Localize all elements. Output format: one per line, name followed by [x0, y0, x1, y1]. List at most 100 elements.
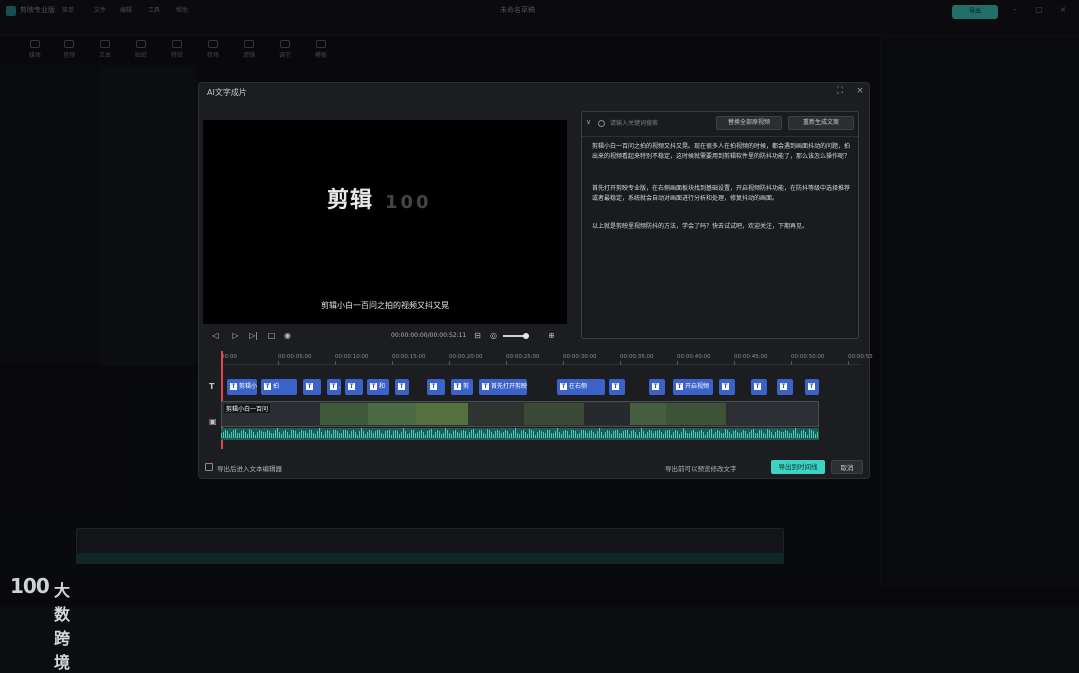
close-icon[interactable]: × — [855, 86, 865, 96]
waveform-bar — [377, 430, 378, 438]
text-clip-icon: T — [230, 383, 237, 390]
text-clip-icon: T — [808, 383, 815, 390]
waveform-bar — [575, 430, 576, 438]
script-paragraph[interactable]: 剪辑小白一百问之拍的视频又抖又晃。现在很多人在拍视频的时候，都会遇到画面抖动的问… — [592, 142, 850, 162]
export-text-editor-checkbox[interactable] — [205, 463, 213, 471]
search-input[interactable]: 请输入关键词搜索 — [598, 118, 718, 130]
waveform-bar — [675, 430, 676, 438]
video-track[interactable]: 剪辑小白一百问 — [221, 401, 819, 427]
waveform-bar — [285, 430, 286, 438]
waveform-bar — [405, 430, 406, 438]
waveform-bar — [809, 429, 810, 438]
waveform-bar — [471, 430, 472, 438]
script-paragraph[interactable]: 以上就是剪映里视频防抖的方法，学会了吗？快去试试吧，欢迎关注，下期再见。 — [592, 222, 850, 232]
text-clip-icon: T — [676, 383, 683, 390]
text-clip[interactable]: T拍 — [261, 379, 297, 395]
waveform-bar — [381, 432, 382, 438]
waveform-bar — [667, 430, 668, 438]
waveform-bar — [297, 434, 298, 438]
waveform-bar — [461, 431, 462, 438]
waveform-bar — [477, 432, 478, 438]
waveform-bar — [813, 431, 814, 438]
waveform-bar — [725, 428, 726, 438]
text-clip[interactable]: T 首先打开剪映 — [479, 379, 527, 395]
video-thumbnail — [320, 403, 368, 425]
waveform-bar — [589, 430, 590, 438]
waveform-bar — [399, 434, 400, 438]
waveform-bar — [287, 431, 288, 438]
waveform-bar — [351, 430, 352, 438]
text-clip-icon: T — [370, 383, 377, 390]
waveform-bar — [643, 430, 644, 438]
waveform-bar — [661, 432, 662, 438]
play-icon[interactable]: ▷ — [231, 331, 240, 340]
text-clip-icon: T — [430, 383, 437, 390]
replace-all-button[interactable]: 替换全部原视频 — [716, 116, 782, 130]
waveform-bar — [505, 430, 506, 438]
volume-knob[interactable] — [523, 333, 529, 339]
script-paragraph[interactable]: 首先打开剪映专业版，在右侧画面板块找到基础设置，开启视频防抖功能，在防抖等级中选… — [592, 184, 850, 204]
text-clip[interactable]: T — [751, 379, 767, 395]
text-clip[interactable]: T — [345, 379, 363, 395]
stop-icon[interactable]: □ — [267, 331, 276, 340]
cancel-button[interactable]: 取消 — [831, 460, 863, 474]
fullscreen-icon[interactable]: ⛶ — [835, 86, 845, 96]
text-clip[interactable]: T — [303, 379, 321, 395]
text-clip[interactable]: T — [805, 379, 819, 395]
loop-icon[interactable]: ◉ — [283, 331, 292, 340]
waveform-bar — [699, 431, 700, 438]
text-clip[interactable]: T — [427, 379, 445, 395]
text-clip[interactable]: T — [649, 379, 665, 395]
ruler-tick-label: 00:00:30:00 — [563, 354, 597, 360]
time-ruler[interactable]: 00:00 00:00:05:00 00:00:10:00 00:00:15:00 00… — [221, 353, 873, 365]
text-clip-icon: T — [722, 383, 729, 390]
waveform-bar — [639, 431, 640, 438]
zoom-icon[interactable]: ⊕ — [547, 331, 556, 340]
text-clip[interactable]: T — [609, 379, 625, 395]
text-clip[interactable]: T... — [327, 379, 341, 395]
waveform-bar — [367, 432, 368, 438]
text-clip[interactable]: T — [395, 379, 409, 395]
text-clip[interactable]: T 在右侧 — [557, 379, 605, 395]
waveform-bar — [657, 430, 658, 438]
volume-slider[interactable] — [503, 335, 525, 337]
waveform-bar — [555, 430, 556, 438]
text-clip[interactable]: T — [777, 379, 793, 395]
waveform-bar — [597, 431, 598, 438]
text-clip[interactable]: T剪 — [451, 379, 473, 395]
waveform-bar — [229, 434, 230, 438]
waveform-bar — [743, 430, 744, 438]
audio-waveform[interactable] — [221, 428, 819, 440]
waveform-bar — [547, 430, 548, 438]
export-to-timeline-button[interactable]: 导出到时间线 — [771, 460, 825, 474]
volume-icon[interactable]: ◎ — [489, 331, 498, 340]
player-controls: ◁ ▷ ▷| □ ◉ 00:00:00:00/00:00:52:11 ⊟ ◎ ⊕ — [203, 327, 567, 345]
text-clip[interactable]: T剪辑小白 — [227, 379, 257, 395]
waveform-bar — [453, 430, 454, 438]
regenerate-button[interactable]: 重新生成文案 — [788, 116, 854, 130]
video-thumbnail — [524, 403, 584, 425]
ruler-tick — [677, 361, 678, 365]
text-clip[interactable]: T和 — [367, 379, 389, 395]
text-clip[interactable]: T — [719, 379, 735, 395]
waveform-bar — [795, 428, 796, 438]
waveform-bar — [503, 431, 504, 438]
video-preview: 剪辑 100 剪辑小白一百问之拍的视频又抖又晃 — [203, 120, 567, 324]
waveform-bar — [533, 431, 534, 438]
waveform-bar — [439, 430, 440, 438]
fit-icon[interactable]: ⊟ — [473, 331, 482, 340]
previous-icon[interactable]: ◁ — [211, 331, 220, 340]
waveform-bar — [263, 432, 264, 438]
step-forward-icon[interactable]: ▷| — [249, 331, 258, 340]
waveform-bar — [697, 432, 698, 438]
waveform-bar — [663, 434, 664, 438]
waveform-bar — [665, 431, 666, 438]
waveform-bar — [335, 430, 336, 438]
waveform-bar — [423, 431, 424, 438]
text-clip[interactable]: T 开启视频 — [673, 379, 713, 395]
waveform-bar — [527, 434, 528, 438]
waveform-bar — [227, 431, 228, 438]
ruler-tick — [563, 361, 564, 365]
chevron-down-icon[interactable]: ∨ — [586, 118, 591, 126]
text-clip-label: 拍 — [273, 383, 280, 390]
